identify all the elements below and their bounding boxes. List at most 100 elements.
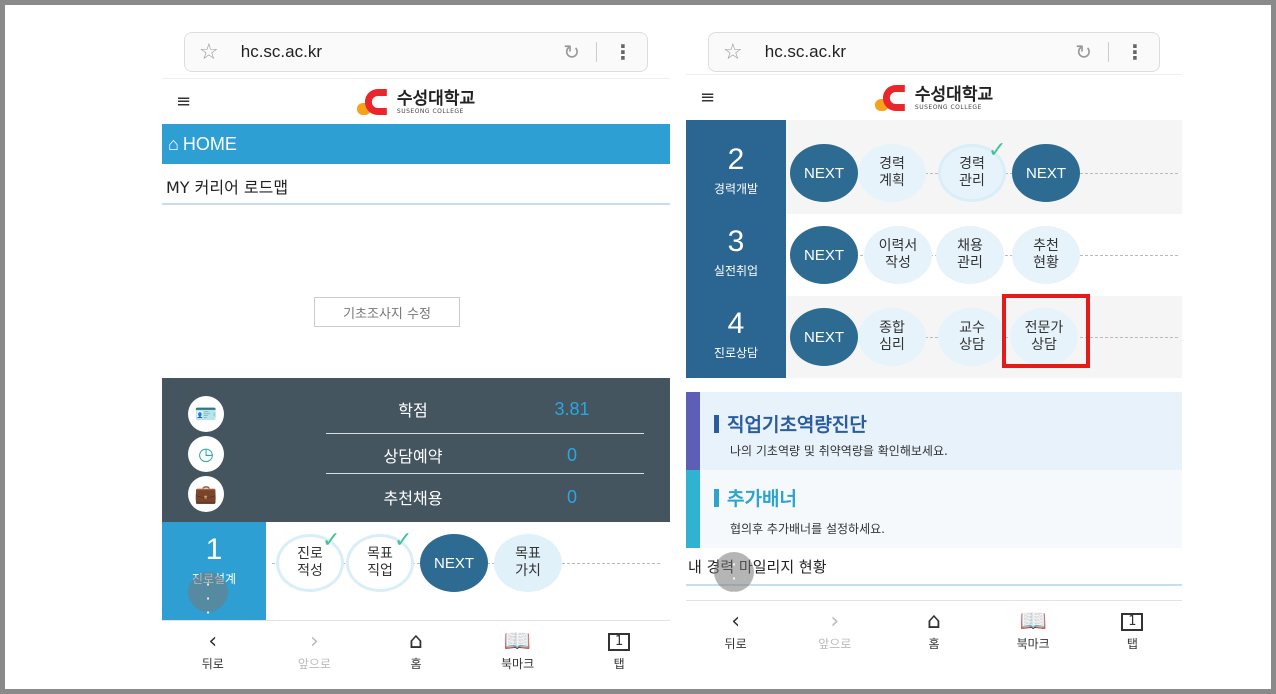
stat-value: 3.81	[554, 398, 590, 419]
step-item[interactable]: 목표 가치	[494, 534, 562, 592]
stat-label: 추천채용	[383, 489, 443, 508]
banner-title: 추가배너	[714, 484, 797, 511]
home-icon: ⌂	[409, 629, 423, 654]
stat-row: 학점 3.81	[326, 386, 644, 432]
stat-value: 0	[566, 444, 577, 465]
reload-icon[interactable]: ↻	[1075, 40, 1092, 64]
nav-label: 뒤로	[201, 657, 224, 671]
edit-survey-button[interactable]: 기초조사지 수정	[314, 297, 460, 327]
step-number: 3	[727, 225, 745, 258]
banner-subtitle: 나의 기초역량 및 취약역량을 확인해보세요.	[730, 444, 948, 458]
tabs-button[interactable]: 1탭	[579, 621, 659, 688]
address-bar[interactable]: ☆ hc.sc.ac.kr ↻ ⋮	[184, 32, 648, 72]
tabs-icon: 1	[608, 633, 631, 651]
logo-mark-icon	[356, 87, 391, 117]
chevron-right-icon: ›	[830, 609, 840, 634]
book-icon: 📖	[503, 629, 532, 654]
bookmark-star-icon[interactable]: ☆	[723, 40, 743, 65]
step-item[interactable]: 경력 계획	[858, 144, 926, 202]
step-item[interactable]: 채용 관리	[936, 226, 1004, 284]
nav-label: 앞으로	[818, 637, 852, 651]
next-button[interactable]: NEXT	[1012, 144, 1080, 202]
floating-menu-button[interactable]: ···	[714, 552, 754, 601]
bookmark-star-icon[interactable]: ☆	[199, 40, 219, 65]
logo-english-text: SUSEONG COLLEGE	[396, 107, 464, 115]
id-card-icon: 🪪	[188, 396, 224, 432]
step-number: 4	[727, 307, 745, 340]
overflow-menu-icon[interactable]: ⋮	[1125, 40, 1145, 64]
url-text[interactable]: hc.sc.ac.kr	[241, 42, 564, 62]
tabs-button[interactable]: 1탭	[1092, 601, 1172, 668]
stat-value: 0	[566, 486, 577, 507]
url-text[interactable]: hc.sc.ac.kr	[765, 42, 1076, 62]
book-icon: 📖	[1019, 609, 1047, 634]
hamburger-menu-icon[interactable]: ≡	[176, 91, 191, 112]
profile-area	[172, 220, 462, 365]
home-button[interactable]: ⌂ 홈	[894, 601, 974, 668]
reload-icon[interactable]: ↻	[563, 40, 580, 64]
hamburger-menu-icon[interactable]: ≡	[700, 87, 715, 108]
nav-label: 앞으로	[297, 657, 331, 671]
stat-row: 상담예약 0	[326, 432, 644, 478]
home-icon: ⌂	[926, 609, 941, 634]
stat-label: 상담예약	[383, 447, 443, 466]
forward-button[interactable]: › 앞으로	[274, 621, 354, 688]
step-row-3: 3 실전취업 NEXT 이력서 작성 채용 관리 추천 현황	[686, 214, 1182, 296]
overflow-menu-icon[interactable]: ⋮	[613, 40, 633, 64]
banner-subtitle: 협의후 추가배너를 설정하세요.	[730, 522, 885, 536]
address-bar[interactable]: ☆ hc.sc.ac.kr ↻ ⋮	[708, 32, 1160, 72]
highlight-box	[1002, 294, 1090, 368]
home-label: HOME	[182, 133, 237, 154]
nav-label: 홈	[410, 657, 422, 671]
stat-label: 학점	[398, 401, 428, 420]
site-logo[interactable]: 수성대학교 SUSEONG COLLEGE	[356, 87, 476, 117]
home-bar[interactable]: ⌂ HOME	[162, 124, 670, 164]
step-number: 2	[727, 143, 745, 176]
step-row-4: 4 진로상담 NEXT 종합 심리 교수 상담 전문가 상담	[686, 294, 1182, 378]
banner-accent	[686, 392, 700, 470]
site-header: ≡ 수성대학교 SUSEONG COLLEGE	[686, 74, 1182, 120]
step-title: 진로상담	[713, 346, 759, 360]
briefcase-icon: 💼	[188, 476, 224, 512]
floating-menu-button[interactable]: ···	[188, 572, 228, 621]
nav-label: 북마크	[501, 657, 535, 671]
nav-label: 탭	[1126, 637, 1138, 651]
banner-title: 직업기초역량진단	[714, 410, 867, 437]
banner-competency-test[interactable]: 직업기초역량진단 나의 기초역량 및 취약역량을 확인해보세요.	[686, 392, 1182, 470]
logo-korean-text: 수성대학교	[914, 84, 994, 105]
step-row-2: 2 경력개발 NEXT 경력 계획 경력 관리 ✓ NEXT	[686, 132, 1182, 214]
back-button[interactable]: ‹ 뒤로	[696, 601, 776, 668]
stat-row: 추천채용 0	[326, 474, 644, 520]
stats-panel: 🪪 ◷ 💼 학점 3.81 상담예약 0 추천채용 0	[162, 378, 670, 522]
check-icon: ✓	[394, 528, 413, 553]
step-item[interactable]: 종합 심리	[858, 308, 926, 366]
bookmark-button[interactable]: 📖 북마크	[478, 621, 558, 688]
next-button[interactable]: NEXT	[790, 226, 858, 284]
step-number-block: 2 경력개발	[686, 132, 786, 214]
step-item[interactable]: 교수 상담	[938, 308, 1006, 366]
banner-extra[interactable]: 추가배너 협의후 추가배너를 설정하세요.	[686, 470, 1182, 548]
next-button[interactable]: NEXT	[420, 534, 488, 592]
step-title: 실전취업	[713, 264, 759, 278]
nav-label: 홈	[928, 637, 940, 651]
back-button[interactable]: ‹ 뒤로	[173, 621, 253, 688]
home-button[interactable]: ⌂ 홈	[376, 621, 456, 688]
site-logo[interactable]: 수성대학교 SUSEONG COLLEGE	[874, 83, 994, 113]
step-item[interactable]: 이력서 작성	[864, 226, 932, 284]
browser-bottom-nav: ‹ 뒤로 › 앞으로 ⌂ 홈 📖 북마크 1탭	[162, 620, 670, 688]
logo-english-text: SUSEONG COLLEGE	[914, 103, 982, 111]
step-item[interactable]: 추천 현황	[1012, 226, 1080, 284]
logo-korean-text: 수성대학교	[396, 88, 476, 109]
forward-button[interactable]: › 앞으로	[795, 601, 875, 668]
mileage-title: 내 경력 마일리지 현황	[688, 558, 827, 576]
chevron-left-icon: ‹	[208, 629, 218, 654]
bookmark-button[interactable]: 📖 북마크	[993, 601, 1073, 668]
chevron-left-icon: ‹	[731, 609, 740, 634]
next-button[interactable]: NEXT	[790, 144, 858, 202]
step-number-block: 3 실전취업	[686, 214, 786, 296]
nav-label: 탭	[613, 657, 625, 671]
next-button[interactable]: NEXT	[790, 308, 858, 366]
check-icon: ✓	[322, 528, 341, 553]
right-phone-screen: ☆ hc.sc.ac.kr ↻ ⋮ ≡ 수성대학교 SUSEONG COLLEG…	[686, 20, 1182, 688]
roadmap-title: MY 커리어 로드맵	[166, 178, 289, 197]
